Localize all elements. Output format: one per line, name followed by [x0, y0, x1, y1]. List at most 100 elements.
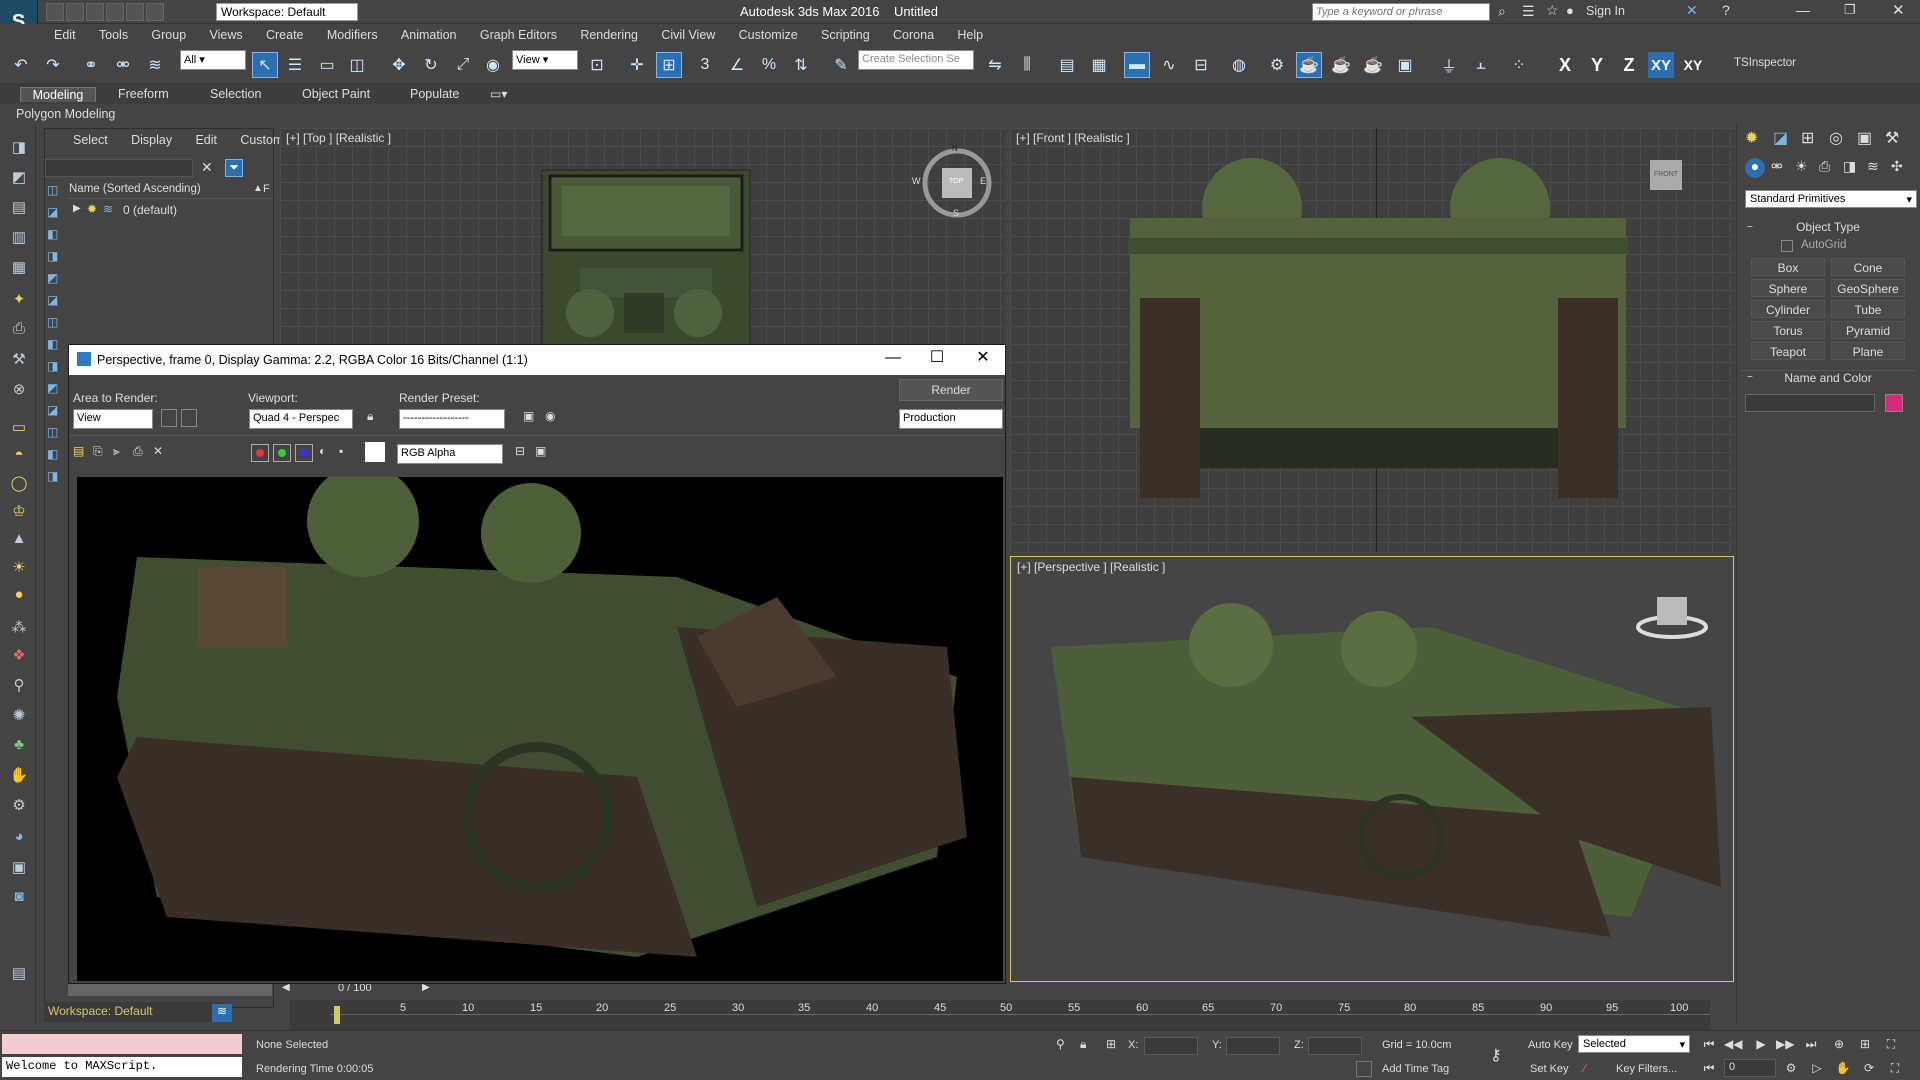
- corona-interactive-icon[interactable]: ⫠: [1468, 52, 1494, 78]
- render-iterative-icon[interactable]: ☕: [1360, 52, 1386, 78]
- render-in-cloud-icon[interactable]: ▣: [1392, 52, 1418, 78]
- sign-in-link[interactable]: Sign In: [1586, 4, 1625, 18]
- script-filter-icon[interactable]: ▣: [8, 858, 30, 878]
- display-cameras-icon[interactable]: ◨: [47, 249, 58, 263]
- redo-icon[interactable]: ↷: [40, 52, 66, 78]
- corona-scatter-icon[interactable]: ⁘: [1506, 52, 1532, 78]
- list-tool-icon[interactable]: ▥: [8, 228, 30, 248]
- display-hidden-icon[interactable]: ◫: [47, 425, 58, 439]
- time-slider[interactable]: ◀ 0 / 100 ▶: [282, 982, 432, 996]
- user-icon[interactable]: ●: [1566, 3, 1574, 18]
- primitive-category-dropdown[interactable]: Standard Primitives ▾: [1745, 190, 1917, 208]
- tab-populate[interactable]: Populate: [404, 87, 465, 101]
- menu-edit[interactable]: Edit: [44, 26, 86, 44]
- render-window-titlebar[interactable]: Perspective, frame 0, Display Gamma: 2.2…: [69, 345, 1005, 375]
- selection-lock-icon[interactable]: 🔒︎: [1080, 1037, 1086, 1052]
- play-icon[interactable]: ▶: [1752, 1037, 1770, 1053]
- spacewarp-tool-icon[interactable]: ⊗: [8, 380, 30, 400]
- filter-icon[interactable]: ⏷: [225, 159, 243, 177]
- minimize-icon[interactable]: —: [1796, 2, 1810, 18]
- save-icon[interactable]: [86, 3, 104, 21]
- display-invert-icon[interactable]: ◨: [47, 469, 58, 483]
- tab-object-paint[interactable]: Object Paint: [296, 87, 376, 101]
- tube-button[interactable]: Tube: [1831, 300, 1905, 318]
- clone-window-icon[interactable]: ⫸: [113, 444, 120, 459]
- scene-tool-icon[interactable]: ◩: [8, 168, 30, 188]
- layer-icon[interactable]: ▭: [8, 418, 30, 438]
- hold-icon[interactable]: [146, 3, 164, 21]
- auto-region-icon[interactable]: [181, 409, 197, 427]
- set-key-button[interactable]: Set Key: [1530, 1063, 1569, 1075]
- box-button[interactable]: Box: [1751, 258, 1825, 276]
- ribbon-options-icon[interactable]: ▭▾: [490, 87, 507, 101]
- new-icon[interactable]: [46, 3, 64, 21]
- environment-icon[interactable]: ◉: [545, 409, 555, 423]
- display-spacewarps-icon[interactable]: ◪: [47, 293, 58, 307]
- torus-button[interactable]: Torus: [1751, 321, 1825, 339]
- explorer-scrollbar[interactable]: [68, 982, 272, 996]
- display-frozen-icon[interactable]: ◪: [47, 403, 58, 417]
- zoom-all-icon[interactable]: ⊞: [1856, 1037, 1874, 1053]
- render-window-maximize-icon[interactable]: ☐: [929, 350, 945, 367]
- edit-region-icon[interactable]: [161, 409, 177, 427]
- group-filter-icon[interactable]: ♔: [8, 502, 30, 522]
- x-coord-field[interactable]: [1144, 1037, 1198, 1055]
- explorer-menu-display[interactable]: Display: [131, 133, 172, 147]
- align-icon[interactable]: ⫼: [1014, 52, 1040, 78]
- globe-filter-icon[interactable]: ◕: [8, 828, 30, 848]
- systems-category-icon[interactable]: ✣: [1891, 158, 1903, 175]
- viewcube-top-face[interactable]: TOP: [949, 178, 963, 185]
- expand-arrow-icon[interactable]: ▶: [73, 203, 81, 214]
- spacewarp-filter-icon[interactable]: ❖: [8, 646, 30, 666]
- lightbulb-icon[interactable]: ✹: [87, 202, 97, 216]
- layer-manager-icon[interactable]: ≋: [212, 1004, 232, 1022]
- axis-xy-cycle-button[interactable]: XY: [1680, 52, 1706, 78]
- link-icon[interactable]: ⚭: [78, 52, 104, 78]
- schematic-view-icon[interactable]: ⊟: [1188, 52, 1214, 78]
- open-icon[interactable]: [66, 3, 84, 21]
- area-to-render-dropdown[interactable]: View: [73, 409, 153, 429]
- move-icon[interactable]: ✥: [386, 52, 412, 78]
- viewport-top[interactable]: [+] [Top ] [Realistic ] N S E W TOP: [280, 128, 1006, 344]
- menu-tools[interactable]: Tools: [89, 26, 138, 44]
- tab-freeform[interactable]: Freeform: [112, 87, 175, 101]
- percent-snap-icon[interactable]: %: [756, 52, 782, 78]
- toggle-ui-overlay-icon[interactable]: ⊟: [515, 444, 525, 458]
- explorer-column-header[interactable]: Name (Sorted Ascending) ▲ F: [67, 183, 273, 199]
- sphere-button[interactable]: Sphere: [1751, 279, 1825, 297]
- helper-tool-icon[interactable]: ⚒: [8, 350, 30, 370]
- bottom-tool-icon[interactable]: ▤: [8, 964, 30, 984]
- key-filters-button[interactable]: Key Filters...: [1616, 1063, 1677, 1075]
- copy-image-icon[interactable]: ⎘: [93, 444, 103, 459]
- render-production-icon[interactable]: ☕: [1328, 52, 1354, 78]
- curve-editor-icon[interactable]: ∿: [1156, 52, 1182, 78]
- redo-icon[interactable]: [126, 3, 144, 21]
- alpha-channel-icon[interactable]: ◐: [319, 444, 326, 458]
- default-in-out-tangents-icon[interactable]: ∕: [1584, 1061, 1586, 1075]
- menu-scripting[interactable]: Scripting: [811, 26, 880, 44]
- display-tool-icon[interactable]: ▤: [8, 198, 30, 218]
- exchange-icon[interactable]: ✕: [1686, 2, 1698, 19]
- spinner-snap-icon[interactable]: ⇅: [788, 52, 814, 78]
- select-object-icon[interactable]: ↖: [252, 52, 278, 78]
- z-coord-field[interactable]: [1308, 1037, 1362, 1055]
- red-channel-icon[interactable]: [251, 444, 269, 462]
- pan-icon[interactable]: ✋: [1834, 1061, 1852, 1077]
- viewcube-front[interactable]: FRONT: [1650, 160, 1682, 190]
- viewport-top-label[interactable]: [+] [Top ] [Realistic ]: [286, 131, 391, 145]
- viewport-perspective[interactable]: [+] [Perspective ] [Realistic ]: [1010, 556, 1734, 982]
- go-to-start-icon[interactable]: ⏮: [1700, 1037, 1718, 1053]
- render-preset-dropdown[interactable]: ------------------: [399, 409, 505, 429]
- explorer-search-input[interactable]: [45, 159, 193, 177]
- menu-civil-view[interactable]: Civil View: [651, 26, 725, 44]
- lights-category-icon[interactable]: ☀: [1795, 158, 1808, 175]
- modify-tab-icon[interactable]: ◪: [1773, 128, 1788, 148]
- viewcube-perspective[interactable]: [1627, 587, 1717, 647]
- menu-create[interactable]: Create: [256, 26, 314, 44]
- swatch-icon[interactable]: [365, 442, 385, 462]
- auto-key-button[interactable]: Auto Key: [1528, 1039, 1573, 1051]
- menu-rendering[interactable]: Rendering: [570, 26, 648, 44]
- print-image-icon[interactable]: ⎙: [133, 444, 143, 459]
- display-geometry-icon[interactable]: ◫: [47, 183, 58, 197]
- viewport-dropdown[interactable]: Quad 4 - Perspec: [249, 409, 353, 429]
